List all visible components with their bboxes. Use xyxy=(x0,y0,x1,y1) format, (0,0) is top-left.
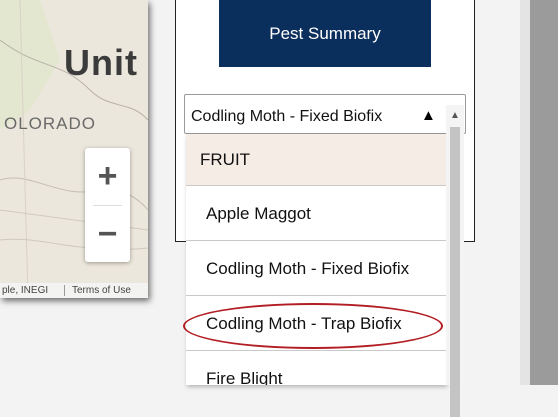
pest-summary-button[interactable]: Pest Summary xyxy=(219,0,431,67)
zoom-control: + − xyxy=(85,148,130,262)
zoom-in-button[interactable]: + xyxy=(85,148,130,204)
scroll-up-icon[interactable]: ▲ xyxy=(446,105,464,127)
zoom-out-button[interactable]: − xyxy=(85,206,130,262)
option-group-fruit: FRUIT xyxy=(186,134,446,186)
scrollbar-thumb[interactable] xyxy=(450,127,460,417)
map-attribution: ple, INEGI Terms of Use xyxy=(0,283,148,298)
right-background xyxy=(520,0,558,385)
map-view[interactable]: Unit OLORADO + − ple, INEGI Terms of Use xyxy=(0,0,148,298)
map-state-label: OLORADO xyxy=(4,114,97,133)
attribution-text: ple, INEGI xyxy=(2,285,49,296)
dropdown-list[interactable]: FRUIT Apple Maggot Codling Moth - Fixed … xyxy=(186,134,446,385)
pest-model-select[interactable]: Codling Moth - Fixed Biofix ▲ xyxy=(184,94,466,134)
map-country-label: Unit xyxy=(64,42,138,83)
option-apple-maggot[interactable]: Apple Maggot xyxy=(186,186,446,241)
attribution-divider xyxy=(64,285,65,296)
select-value: Codling Moth - Fixed Biofix xyxy=(191,108,383,125)
dropdown-scrollbar[interactable]: ▲ xyxy=(446,105,464,417)
option-codling-moth-fixed-biofix[interactable]: Codling Moth - Fixed Biofix xyxy=(186,241,446,296)
option-codling-moth-trap-biofix[interactable]: Codling Moth - Trap Biofix xyxy=(186,296,446,351)
terms-of-use-link[interactable]: Terms of Use xyxy=(72,283,131,298)
right-edge xyxy=(530,0,558,385)
option-fire-blight[interactable]: Fire Blight xyxy=(186,351,446,385)
caret-up-icon: ▲ xyxy=(421,107,436,124)
